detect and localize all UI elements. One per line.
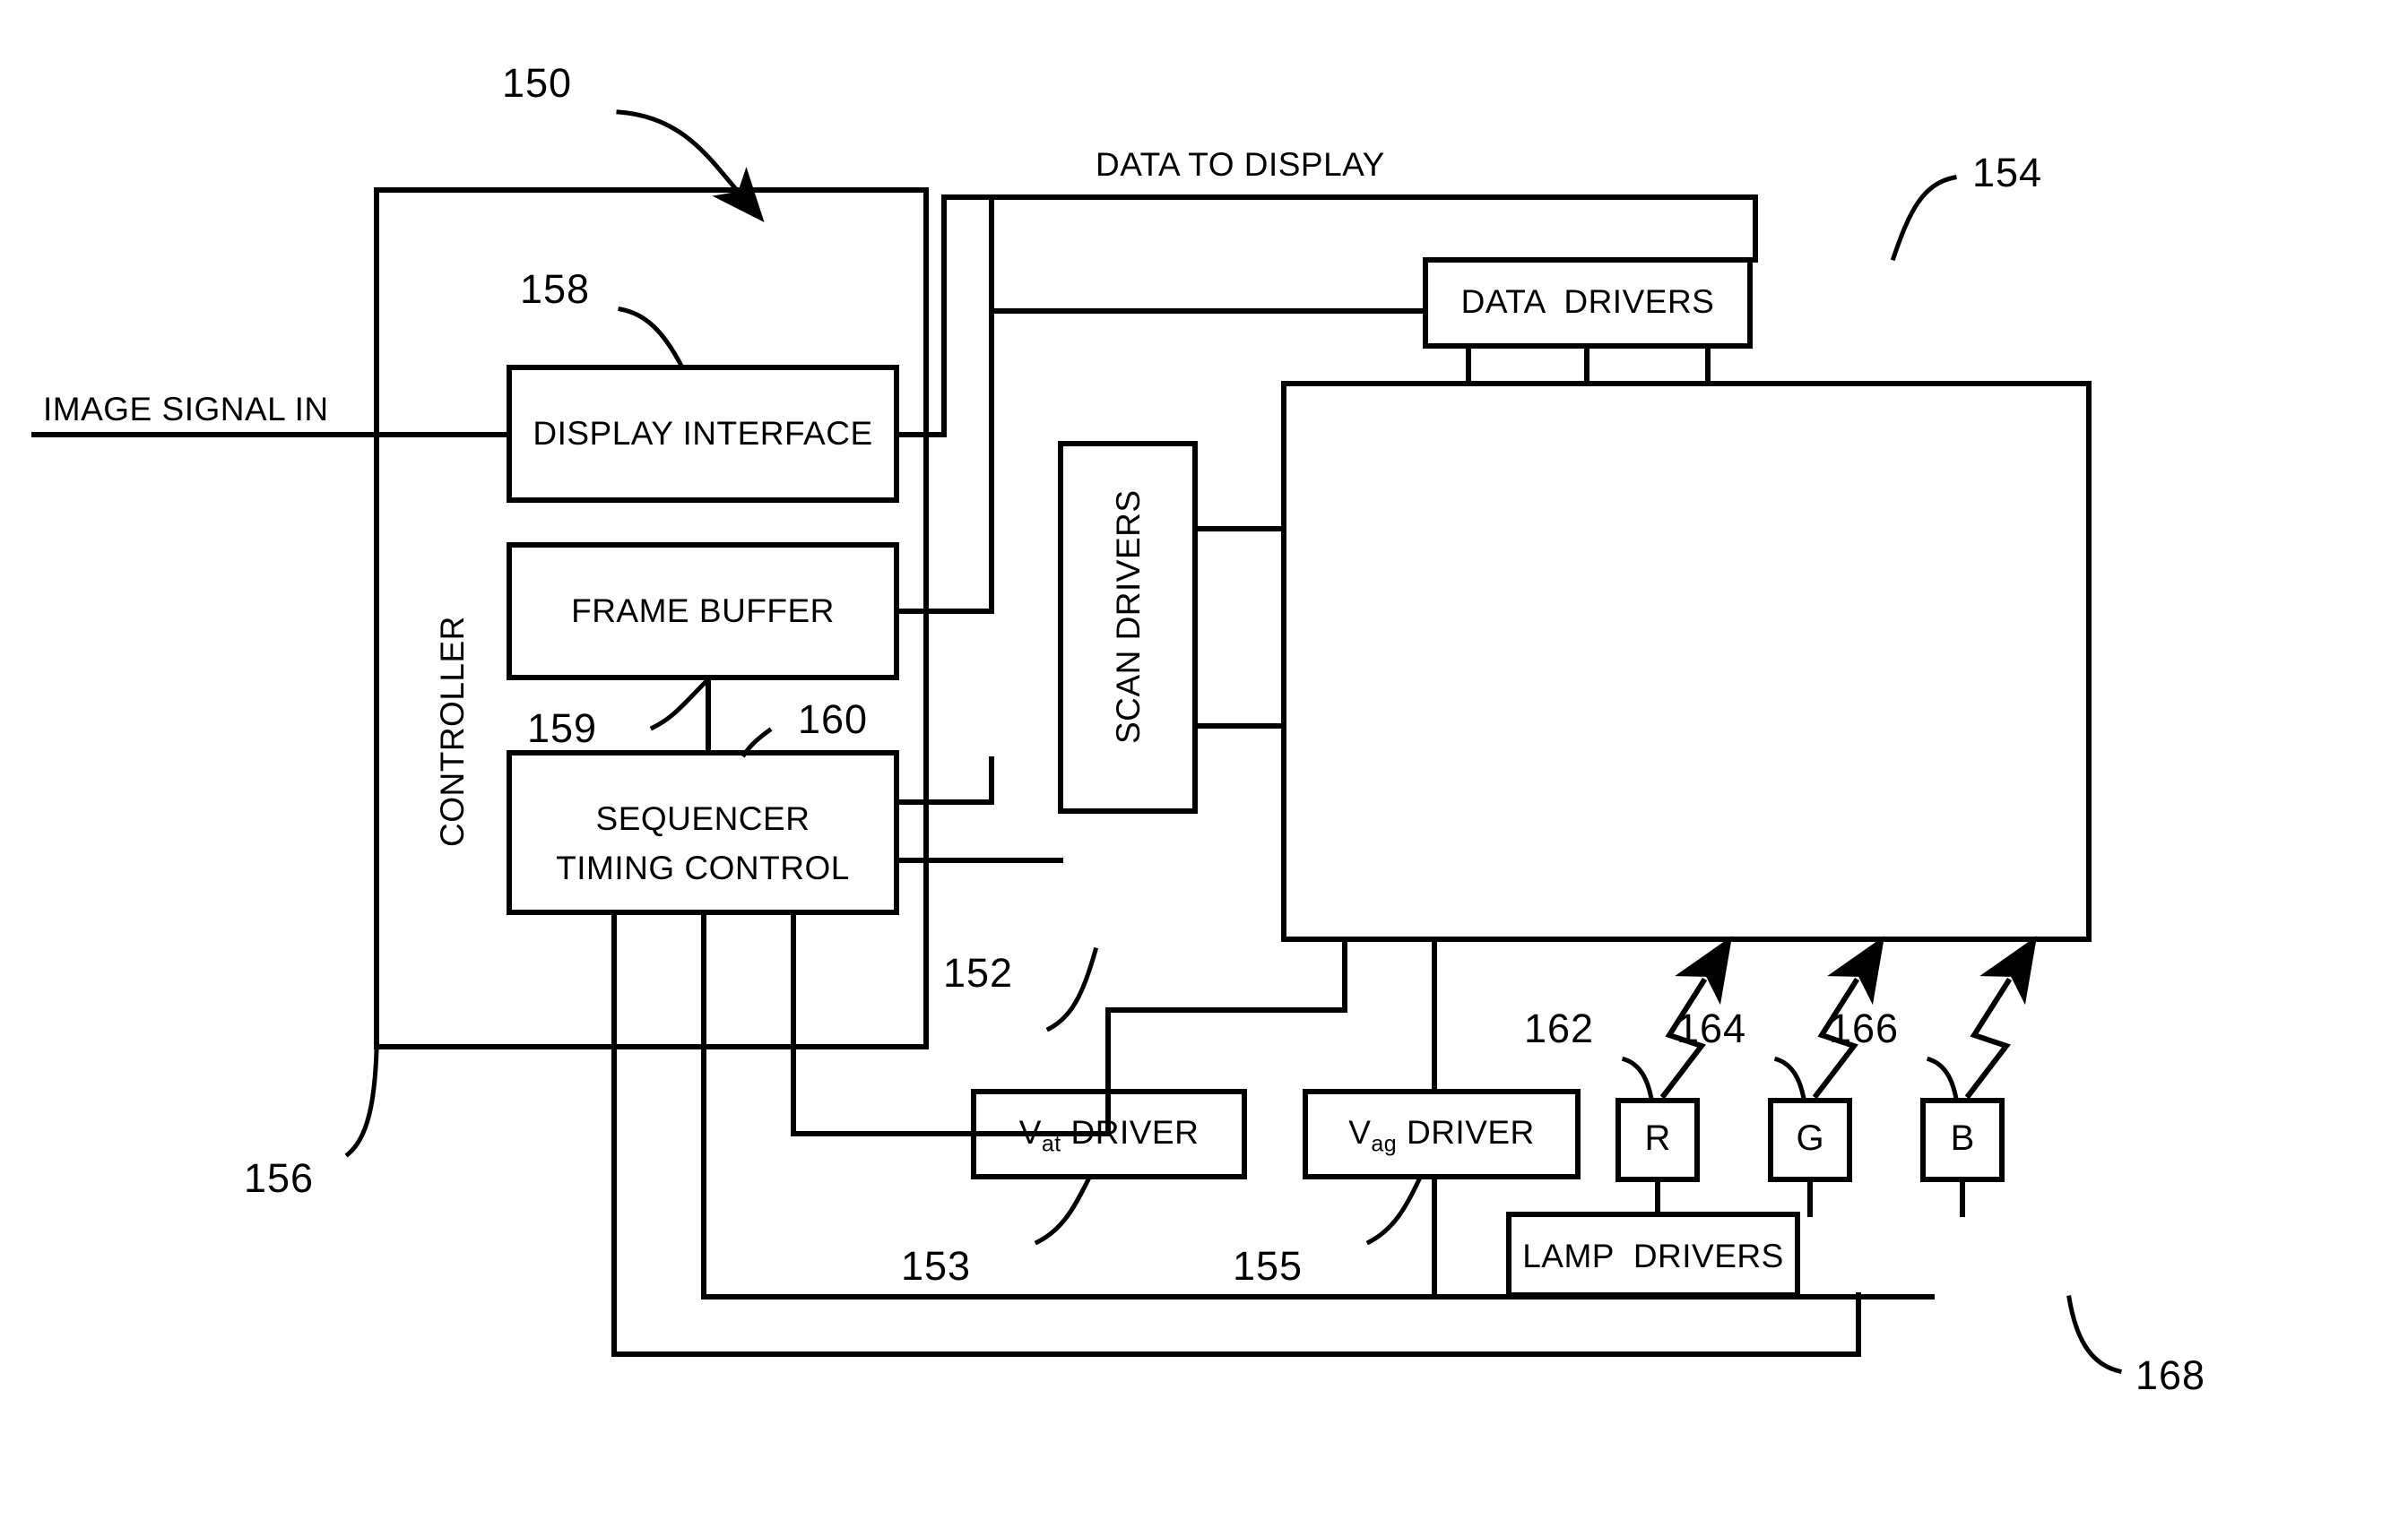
ref-162: 162 [1524,1006,1595,1051]
ref-156: 156 [244,1155,315,1201]
patent-figure-canvas: 150 IMAGE SIGNAL IN DATA TO DISPLAY CONT… [0,0,2408,1537]
vat-driver-label: Vat DRIVER [974,1116,1244,1155]
scan-drivers-label: SCAN DRIVERS [1110,489,1147,744]
display-interface-label: DISPLAY INTERFACE [533,415,873,452]
data-drivers-label: DATA DRIVERS [1460,283,1715,320]
sequencer-bottom-wire-c [791,910,976,1136]
ref-154: 154 [1972,150,2043,195]
leader-150 [616,109,765,222]
lamp-r-label: R [1644,1118,1671,1158]
sequencer-label-line2: TIMING CONTROL [556,850,850,886]
lamp-drivers-label: LAMP DRIVERS [1522,1238,1784,1274]
controller-label: CONTROLLER [434,616,471,847]
vag-driver-label-sub: ag [1371,1131,1398,1157]
leader-166 [1926,1056,1959,1101]
diagram-linework [31,109,2123,1375]
ref-164: 164 [1676,1006,1747,1051]
ref-158: 158 [520,266,591,312]
vat-driver-label-main: V [1018,1114,1042,1151]
ref-159: 159 [527,705,598,751]
vag-driver-label-tail: DRIVER [1397,1114,1535,1151]
lamp-b-label: B [1950,1118,1975,1158]
vag-driver-label-main: V [1348,1114,1372,1151]
vat-driver-label-sub: at [1041,1131,1061,1157]
leader-168 [2066,1295,2123,1375]
leader-159 [649,676,712,731]
leader-155 [1365,1176,1423,1246]
sequencer-out-upper [894,756,994,805]
leader-162 [1621,1056,1654,1101]
vag-driver-label: Vag DRIVER [1305,1116,1578,1155]
leader-156 [344,1048,379,1158]
ref-166: 166 [1829,1006,1900,1051]
ref-153: 153 [901,1243,972,1289]
ref-160: 160 [798,696,869,742]
data-to-display-label: DATA TO DISPLAY [1096,146,1385,183]
leader-158 [618,307,685,369]
data-to-display-bus [941,194,1758,263]
leader-152 [1045,946,1099,1032]
ref-150: 150 [502,60,573,106]
sequencer-label-line1: SEQUENCER [595,800,810,837]
image-signal-in-label: IMAGE SIGNAL IN [43,391,329,427]
frame-buffer-label: FRAME BUFFER [571,592,835,629]
display-panel-outline [1281,381,2092,942]
vat-driver-label-tail: DRIVER [1061,1114,1200,1151]
leader-153 [1034,1176,1092,1246]
leader-154 [1890,175,1957,262]
leader-164 [1773,1056,1806,1101]
panel-to-vat-driver [971,937,1347,1136]
lamp-b-emission-icon [1964,936,2038,1100]
lamp-g-label: G [1796,1118,1824,1158]
ref-152: 152 [943,950,1014,996]
ref-155: 155 [1233,1243,1304,1289]
bottom-bus-lower [611,1292,1861,1357]
ref-168: 168 [2135,1352,2206,1398]
